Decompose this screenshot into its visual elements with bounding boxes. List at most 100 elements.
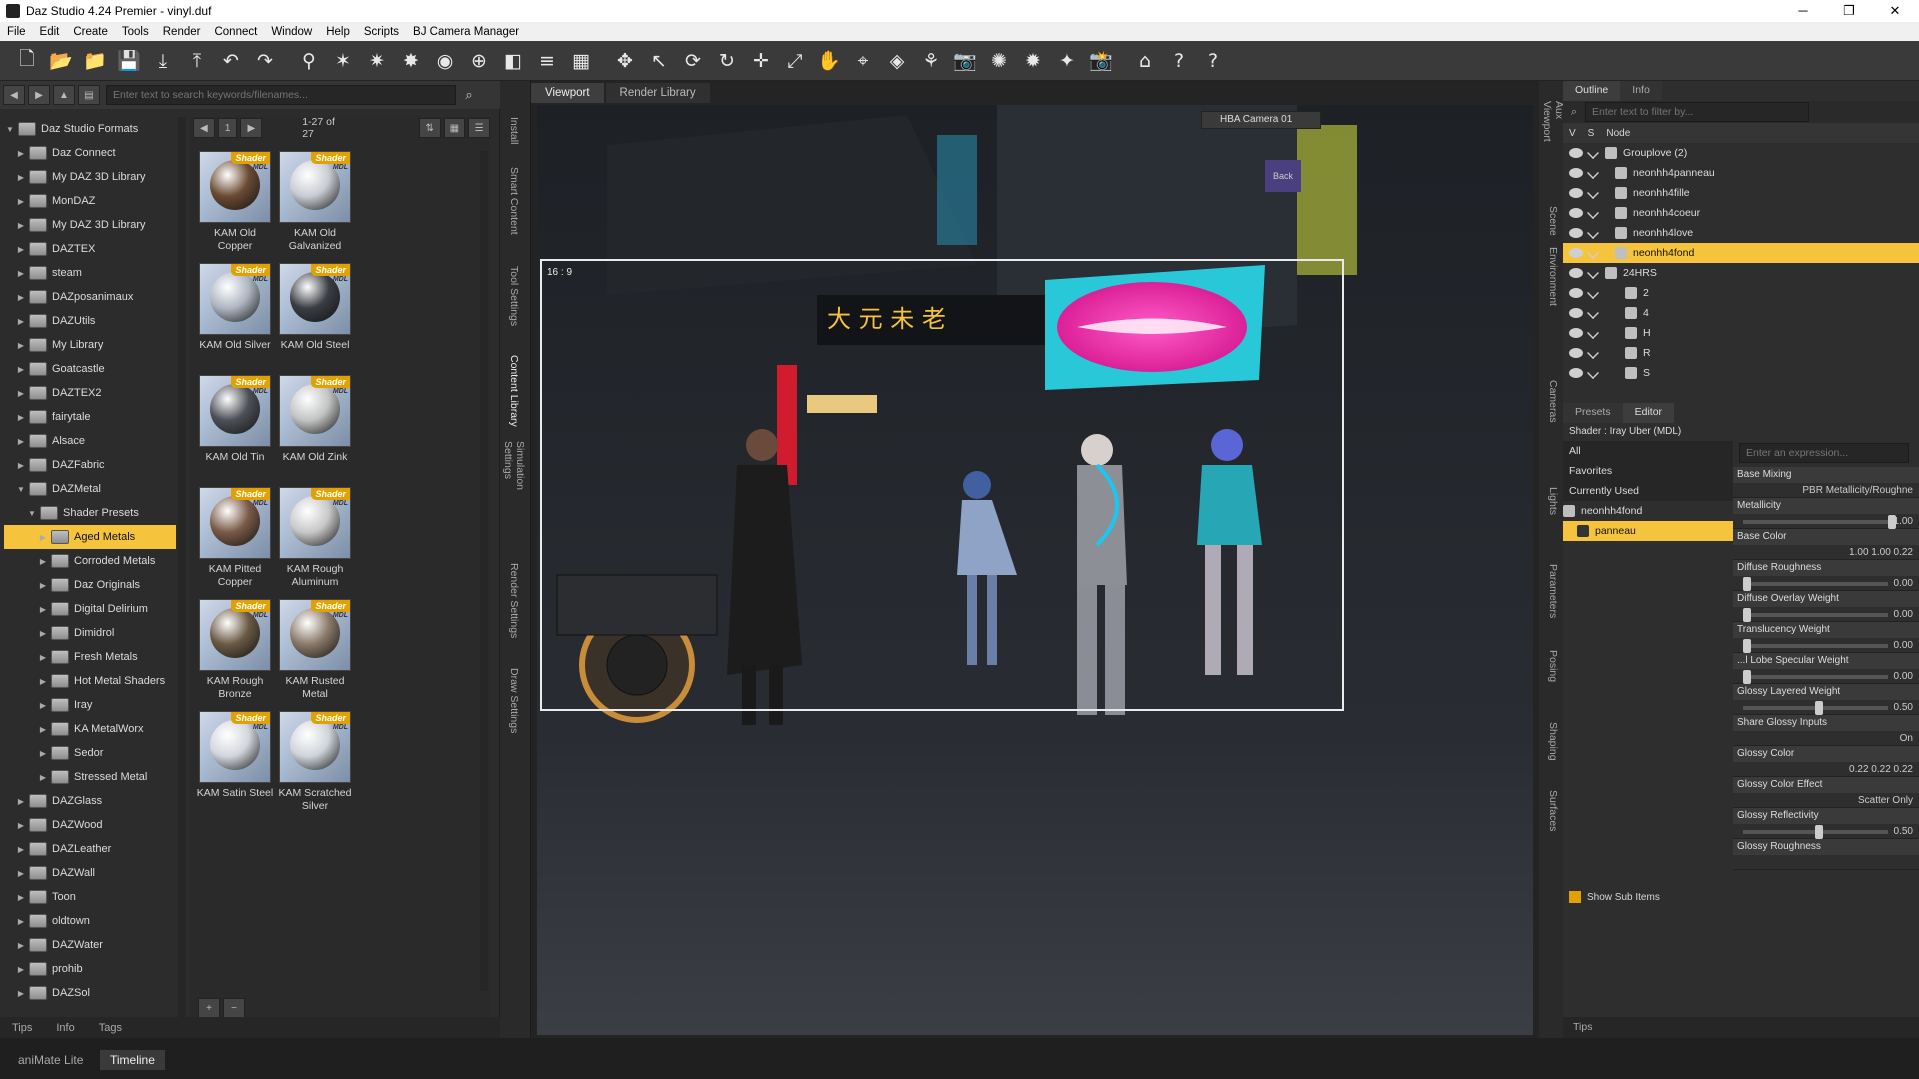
vtab-scene[interactable]: Scene <box>1541 191 1565 251</box>
expand-arrow-icon[interactable]: ▶ <box>15 269 27 278</box>
property-row[interactable]: Diffuse Roughness 0.00 <box>1733 560 1919 591</box>
tree-item[interactable]: ▼ DAZMetal <box>4 477 176 501</box>
visibility-eye-icon[interactable] <box>1569 308 1583 318</box>
tree-item[interactable]: ▶ Toon <box>4 885 176 909</box>
selectable-cursor-icon[interactable] <box>1587 347 1599 359</box>
outline-row[interactable]: Grouplove (2) <box>1563 143 1919 163</box>
menu-item-help[interactable]: Help <box>319 26 357 38</box>
collapse-arrow-icon[interactable]: ▼ <box>4 125 16 134</box>
minimize-button[interactable]: ─ <box>1780 0 1826 22</box>
help-icon[interactable]: ? <box>1196 46 1230 76</box>
visibility-eye-icon[interactable] <box>1569 188 1583 198</box>
tree-item[interactable]: ▶ Goatcastle <box>4 357 176 381</box>
universal-icon[interactable]: ✥ <box>608 46 642 76</box>
tree-item[interactable]: ▶ fairytale <box>4 405 176 429</box>
property-control[interactable]: 0.00 <box>1733 638 1919 653</box>
tab-tips[interactable]: Tips <box>0 1022 44 1034</box>
selectable-cursor-icon[interactable] <box>1587 187 1599 199</box>
tree-item[interactable]: ▶ Fresh Metals <box>4 645 176 669</box>
whats-this-icon[interactable]: ? <box>1162 46 1196 76</box>
selectable-cursor-icon[interactable] <box>1587 307 1599 319</box>
list-view-icon[interactable]: ☰ <box>468 118 490 138</box>
property-control[interactable]: On <box>1733 731 1919 746</box>
redo-icon[interactable]: ↷ <box>248 46 282 76</box>
up-icon[interactable]: ▲ <box>53 85 75 105</box>
property-row[interactable]: Glossy Color Effect Scatter Only <box>1733 777 1919 808</box>
node-weight-icon[interactable]: ✷ <box>360 46 394 76</box>
geometry-editor-icon[interactable]: ◉ <box>428 46 462 76</box>
slider-knob[interactable] <box>1887 514 1896 529</box>
vtab-environment[interactable]: Environment <box>1541 246 1565 306</box>
joint-editor-icon[interactable]: ✶ <box>326 46 360 76</box>
outline-row[interactable]: R <box>1563 343 1919 363</box>
iray-icon[interactable]: ✹ <box>1016 46 1050 76</box>
tree-item[interactable]: ▶ DAZTEX <box>4 237 176 261</box>
visibility-eye-icon[interactable] <box>1569 328 1583 338</box>
back-icon[interactable]: ◀ <box>3 85 25 105</box>
expand-arrow-icon[interactable]: ▶ <box>15 461 27 470</box>
visibility-eye-icon[interactable] <box>1569 268 1583 278</box>
expand-arrow-icon[interactable]: ▶ <box>15 221 27 230</box>
tree-item[interactable]: ▶ Daz Connect <box>4 141 176 165</box>
view-options-icon[interactable]: ▤ <box>78 85 100 105</box>
home-icon[interactable]: ⌂ <box>1128 46 1162 76</box>
search-icon[interactable]: ⌕ <box>459 85 479 105</box>
property-control[interactable]: Scatter Only <box>1733 793 1919 808</box>
outline-row[interactable]: neonhh4fond <box>1563 243 1919 263</box>
outline-row[interactable]: 2 <box>1563 283 1919 303</box>
property-row[interactable]: Diffuse Overlay Weight 0.00 <box>1733 591 1919 622</box>
column-s[interactable]: S <box>1582 128 1601 139</box>
expand-arrow-icon[interactable]: ▶ <box>15 821 27 830</box>
camera-select[interactable]: HBA Camera 01 <box>1201 111 1321 129</box>
node-select-icon[interactable]: ↖ <box>642 46 676 76</box>
property-row[interactable]: Metallicity 1.00 <box>1733 498 1919 529</box>
menu-item-window[interactable]: Window <box>264 26 319 38</box>
grid-icon[interactable]: ▦ <box>564 46 598 76</box>
vtab-tool-settings[interactable]: Tool Settings <box>502 256 526 336</box>
tree-item[interactable]: ▶ DAZLeather <box>4 837 176 861</box>
vtab-lights[interactable]: Lights <box>1541 471 1565 531</box>
tab-timeline[interactable]: Timeline <box>100 1050 165 1070</box>
tree-item[interactable]: ▶ Daz Originals <box>4 573 176 597</box>
visibility-eye-icon[interactable] <box>1569 228 1583 238</box>
menu-item-connect[interactable]: Connect <box>207 26 264 38</box>
light-icon[interactable]: ✦ <box>1050 46 1084 76</box>
editor-category[interactable]: All <box>1563 441 1733 461</box>
save-icon[interactable]: 💾 <box>112 46 146 76</box>
outline-row[interactable]: S <box>1563 363 1919 383</box>
tab-viewport[interactable]: Viewport <box>531 83 604 103</box>
checkbox-icon[interactable] <box>1569 891 1581 903</box>
close-button[interactable]: ✕ <box>1872 0 1918 22</box>
asset-tile[interactable]: Shader MDL KAM Rough Aluminum <box>276 487 354 613</box>
tab-presets[interactable]: Presets <box>1563 403 1623 423</box>
region-icon[interactable]: ◧ <box>496 46 530 76</box>
outline-row[interactable]: neonhh4panneau <box>1563 163 1919 183</box>
expand-arrow-icon[interactable]: ▶ <box>15 413 27 422</box>
vtab-simulation-settings[interactable]: Simulation Settings <box>502 441 526 521</box>
selectable-cursor-icon[interactable] <box>1587 247 1599 259</box>
expand-arrow-icon[interactable]: ▶ <box>15 965 27 974</box>
column-node[interactable]: Node <box>1600 128 1636 139</box>
spot-render-icon[interactable]: ✺ <box>982 46 1016 76</box>
tree-scrollbar[interactable] <box>178 117 186 1022</box>
property-slider[interactable] <box>1743 576 1888 591</box>
visibility-eye-icon[interactable] <box>1569 368 1583 378</box>
fit-icon[interactable]: ⚘ <box>914 46 948 76</box>
expand-arrow-icon[interactable]: ▶ <box>15 149 27 158</box>
asset-tile[interactable]: Shader MDL KAM Old Galvanized <box>276 151 354 277</box>
sort-icon[interactable]: ⇅ <box>418 118 441 138</box>
property-row[interactable]: Share Glossy Inputs On <box>1733 715 1919 746</box>
selectable-cursor-icon[interactable] <box>1587 227 1599 239</box>
tree-item[interactable]: ▶ My DAZ 3D Library <box>4 213 176 237</box>
expand-arrow-icon[interactable]: ▶ <box>37 557 49 566</box>
expand-arrow-icon[interactable]: ▶ <box>15 341 27 350</box>
vtab-install[interactable]: Install <box>502 91 526 171</box>
tree-item[interactable]: ▶ Dimidrol <box>4 621 176 645</box>
asset-tile[interactable]: Shader MDL KAM Rusted Metal <box>276 599 354 725</box>
tab-info[interactable]: Info <box>1620 81 1662 101</box>
visibility-eye-icon[interactable] <box>1569 288 1583 298</box>
property-row[interactable]: ...l Lobe Specular Weight 0.00 <box>1733 653 1919 684</box>
tree-item[interactable]: ▶ My Library <box>4 333 176 357</box>
property-slider[interactable] <box>1743 607 1888 622</box>
tree-item[interactable]: ▶ steam <box>4 261 176 285</box>
